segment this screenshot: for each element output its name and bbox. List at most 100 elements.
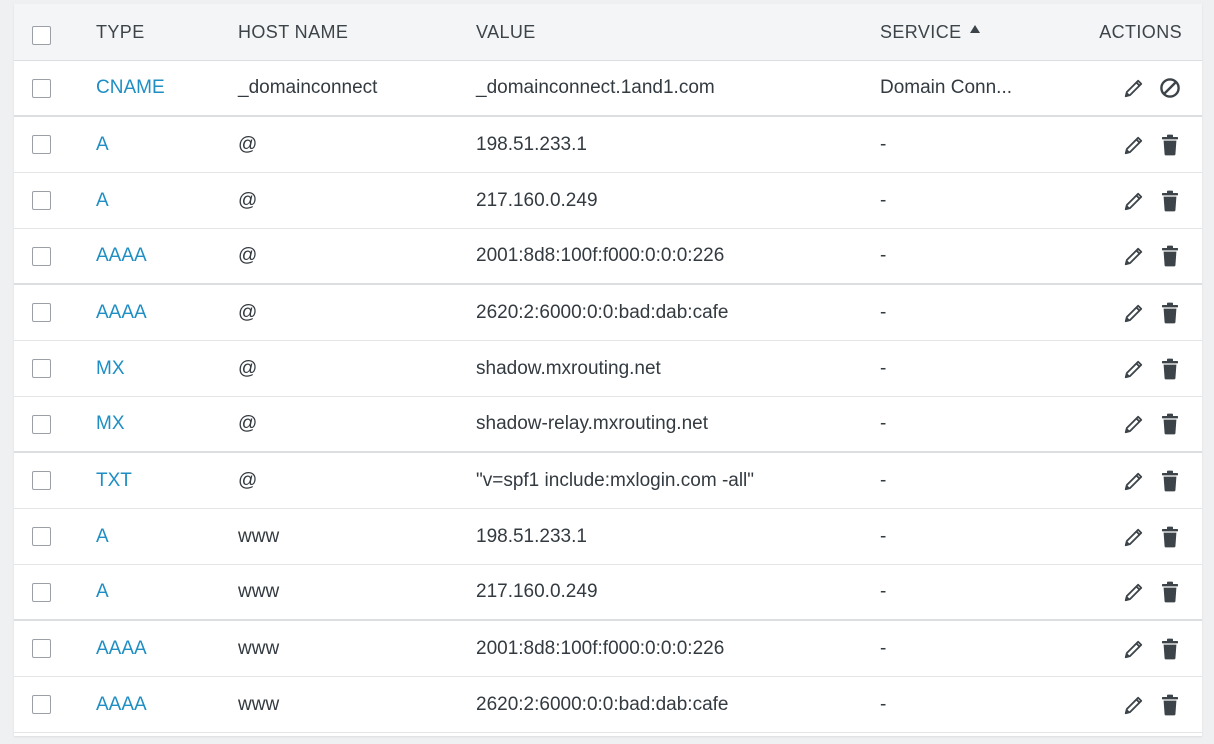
row-checkbox[interactable] xyxy=(32,582,51,602)
row-checkbox[interactable] xyxy=(32,246,51,266)
service-cell: - xyxy=(880,357,887,379)
column-header-service-label: SERVICE xyxy=(880,21,962,42)
value-cell: "v=spf1 include:mxlogin.com -all" xyxy=(476,469,755,491)
trash-icon[interactable] xyxy=(1158,301,1182,325)
host-name-cell: www xyxy=(238,637,280,659)
actions-cell xyxy=(1122,229,1182,283)
row-checkbox[interactable] xyxy=(32,78,51,98)
edit-pencil-icon[interactable] xyxy=(1122,189,1146,213)
edit-pencil-icon[interactable] xyxy=(1122,693,1146,717)
trash-icon[interactable] xyxy=(1158,189,1182,213)
column-header-value[interactable]: VALUE xyxy=(476,4,536,60)
trash-icon[interactable] xyxy=(1158,244,1182,268)
host-name-cell: www xyxy=(238,693,280,715)
row-checkbox[interactable] xyxy=(32,527,51,546)
value-cell: 217.160.0.249 xyxy=(476,581,598,602)
record-type-link[interactable]: AAAA xyxy=(96,694,147,716)
host-name-cell: www xyxy=(238,525,280,547)
table-header: TYPE HOST NAME VALUE SERVICE ACTIONS xyxy=(14,4,1202,61)
row-select-cell xyxy=(32,285,54,340)
record-type-link[interactable]: CNAME xyxy=(96,77,165,99)
edit-pencil-icon[interactable] xyxy=(1122,244,1146,268)
record-type-link[interactable]: MX xyxy=(96,358,125,380)
record-type-link[interactable]: AAAA xyxy=(96,638,147,660)
record-type-cell: A xyxy=(96,565,109,619)
select-all-checkbox[interactable] xyxy=(32,25,51,45)
edit-pencil-icon[interactable] xyxy=(1122,301,1146,325)
row-select-cell xyxy=(32,397,54,451)
trash-icon[interactable] xyxy=(1158,469,1182,493)
host-name-cell: @ xyxy=(238,301,258,323)
disable-icon[interactable] xyxy=(1158,76,1182,100)
value-cell: 2620:2:6000:0:0:bad:dab:cafe xyxy=(476,693,729,715)
actions-cell xyxy=(1122,173,1182,228)
table-row: MX @ shadow-relay.mxrouting.net - xyxy=(14,397,1202,453)
record-type-link[interactable]: A xyxy=(96,134,109,156)
host-name-cell: @ xyxy=(238,469,258,491)
service-cell: - xyxy=(880,301,887,323)
record-type-link[interactable]: A xyxy=(96,526,109,548)
record-type-cell: MX xyxy=(96,341,125,396)
trash-icon[interactable] xyxy=(1158,693,1182,717)
actions-cell xyxy=(1122,453,1182,508)
service-cell: - xyxy=(880,637,887,659)
service-cell: - xyxy=(880,581,887,602)
column-header-type[interactable]: TYPE xyxy=(96,4,145,60)
column-header-service[interactable]: SERVICE xyxy=(880,4,980,60)
table-row: A @217.160.0.249 - xyxy=(14,173,1202,229)
edit-pencil-icon[interactable] xyxy=(1122,412,1146,436)
service-cell: Domain Conn... xyxy=(880,77,1013,98)
host-name-cell: @ xyxy=(238,245,258,266)
record-type-link[interactable]: A xyxy=(96,190,109,212)
row-checkbox[interactable] xyxy=(32,303,51,322)
edit-pencil-icon[interactable] xyxy=(1122,76,1146,100)
record-type-link[interactable]: MX xyxy=(96,413,125,435)
row-checkbox[interactable] xyxy=(32,471,51,490)
edit-pencil-icon[interactable] xyxy=(1122,637,1146,661)
table-row: AAAA www 2001:8d8:100f:f000:0:0:0:226 - xyxy=(14,621,1202,677)
table-row: AAAA www 2620:2:6000:0:0:bad:dab:cafe - xyxy=(14,677,1202,733)
record-type-link[interactable]: A xyxy=(96,581,109,603)
edit-pencil-icon[interactable] xyxy=(1122,525,1146,549)
row-checkbox[interactable] xyxy=(32,695,51,714)
edit-pencil-icon[interactable] xyxy=(1122,133,1146,157)
edit-pencil-icon[interactable] xyxy=(1122,357,1146,381)
value-cell: shadow-relay.mxrouting.net xyxy=(476,413,708,434)
column-header-host-name[interactable]: HOST NAME xyxy=(238,4,348,60)
trash-icon[interactable] xyxy=(1158,580,1182,604)
actions-cell xyxy=(1122,285,1182,340)
record-type-cell: AAAA xyxy=(96,285,147,340)
table-row: TXT @ "v=spf1 include:mxlogin.com -all" - xyxy=(14,453,1202,509)
record-type-link[interactable]: AAAA xyxy=(96,245,147,267)
row-select-cell xyxy=(32,621,54,676)
row-checkbox[interactable] xyxy=(32,191,51,210)
trash-icon[interactable] xyxy=(1158,525,1182,549)
record-type-link[interactable]: TXT xyxy=(96,470,132,492)
host-name-cell: @ xyxy=(238,357,258,379)
record-type-cell: AAAA xyxy=(96,677,147,732)
value-cell: 198.51.233.1 xyxy=(476,133,587,155)
record-type-cell: AAAA xyxy=(96,229,147,283)
table-row: A @198.51.233.1 - xyxy=(14,117,1202,173)
value-cell: _domainconnect.1and1.com xyxy=(476,77,715,98)
trash-icon[interactable] xyxy=(1158,133,1182,157)
edit-pencil-icon[interactable] xyxy=(1122,580,1146,604)
value-cell: shadow.mxrouting.net xyxy=(476,357,661,379)
table-body: CNAME _domainconnect _domainconnect.1and1.… xyxy=(14,61,1202,733)
row-checkbox[interactable] xyxy=(32,135,51,154)
row-select-cell xyxy=(32,229,54,283)
trash-icon[interactable] xyxy=(1158,412,1182,436)
value-cell: 2001:8d8:100f:f000:0:0:0:226 xyxy=(476,637,725,659)
row-checkbox[interactable] xyxy=(32,359,51,378)
trash-icon[interactable] xyxy=(1158,637,1182,661)
edit-pencil-icon[interactable] xyxy=(1122,469,1146,493)
row-checkbox[interactable] xyxy=(32,639,51,658)
service-cell: - xyxy=(880,693,887,715)
record-type-cell: A xyxy=(96,509,109,564)
trash-icon[interactable] xyxy=(1158,357,1182,381)
actions-cell xyxy=(1122,621,1182,676)
record-type-link[interactable]: AAAA xyxy=(96,302,147,324)
row-checkbox[interactable] xyxy=(32,414,51,434)
row-select-cell xyxy=(32,565,54,619)
service-cell: - xyxy=(880,133,887,155)
